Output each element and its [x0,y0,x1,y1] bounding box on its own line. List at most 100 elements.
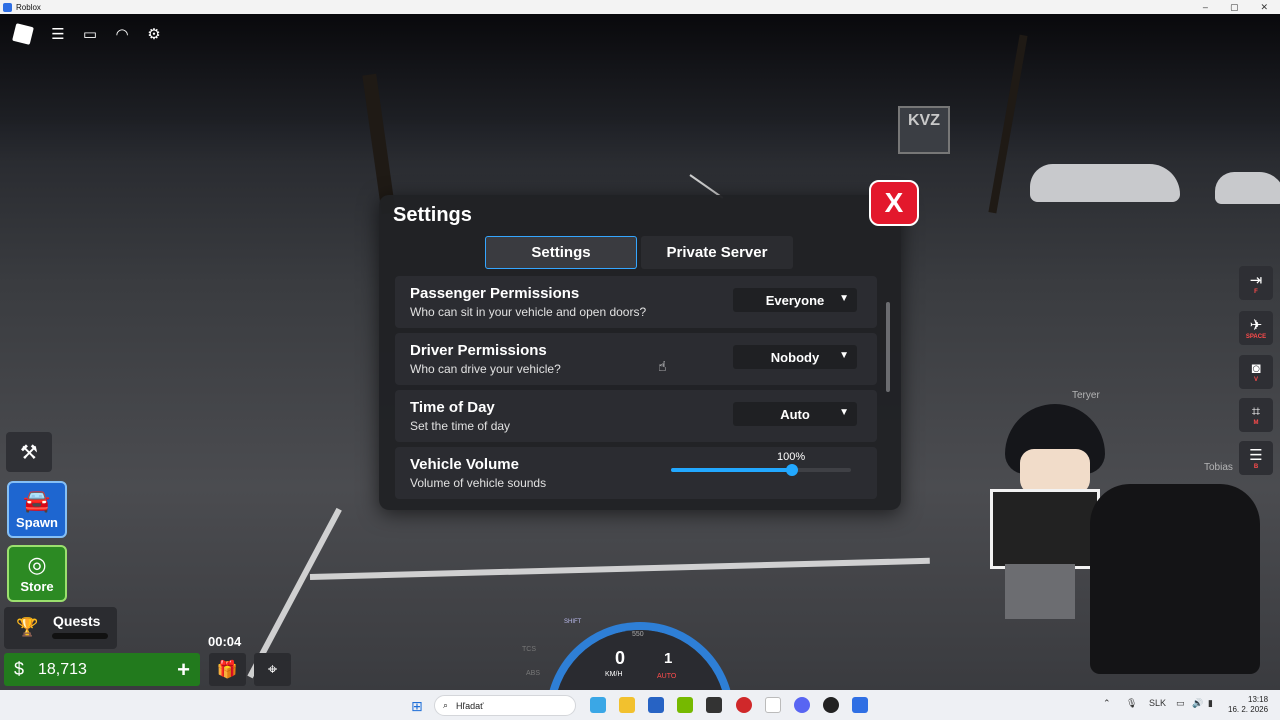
keybind-label: V [1253,377,1258,383]
menu-icon[interactable]: ☰ [48,24,68,44]
clock-time: 13:18 [1248,695,1269,704]
gift-button[interactable]: 🎁 [209,653,246,686]
camera-button[interactable]: ◙ V [1239,355,1273,389]
language-indicator[interactable]: SLK [1149,698,1166,708]
location-pin-icon: ⌖ [267,659,278,679]
settings-panel: Settings Settings Private Server Passeng… [379,195,901,510]
quests-progress-bar [52,633,108,639]
map-button[interactable]: ⌖ [254,653,291,686]
money-display: $ 18,713 + [4,653,200,686]
steam-icon[interactable] [823,697,839,713]
windows-taskbar: ⊞ ⌕ Hľadať ⌃ 🎙 SLK ▭ 🔊 ▮ 13:18 16. 2. 20… [0,690,1280,720]
settings-tabs: Settings Private Server [485,236,793,269]
headlight-icon: ✈ [1249,316,1263,334]
microphone-icon[interactable]: 🎙 [1126,698,1137,709]
hammer-icon[interactable]: ⚒ [6,432,52,472]
edge-icon[interactable] [590,697,606,713]
settings-list[interactable]: Passenger Permissions Who can sit in you… [395,276,877,504]
setting-title: Vehicle Volume [410,456,519,473]
setting-description: Set the time of day [410,419,511,433]
window-titlebar: Roblox – ▢ ✕ [0,0,1280,14]
setting-description: Who can sit in your vehicle and open doo… [410,305,647,319]
store-icon: ◎ [27,551,47,577]
speedometer: SHIFT 550 0 KM/H 1 AUTO TCS ABS [522,618,740,720]
gear-value: 1 [664,650,673,667]
tab-private-server[interactable]: Private Server [641,236,793,269]
maximize-button[interactable]: ▢ [1230,2,1239,13]
exit-vehicle-button[interactable]: ⇥ F [1239,266,1273,300]
gear-shift-icon: ⌗ [1251,403,1261,420]
gear-shift-button[interactable]: ⌗ M [1239,398,1273,432]
gear-icon[interactable]: ⚙ [144,24,164,44]
dropdown-value: Everyone [765,292,825,308]
dropdown-value: Auto [780,406,810,422]
volume-slider-handle[interactable] [785,464,798,476]
setting-title: Passenger Permissions [410,285,580,302]
keybind-label: F [1254,288,1258,295]
minimize-button[interactable]: – [1203,2,1208,13]
roblox-logo-icon[interactable] [12,23,34,45]
keybind-label: SPACE [1245,333,1267,340]
vehicle-menu-button[interactable]: ☰ B [1239,441,1273,475]
setting-row-passenger-permissions: Passenger Permissions Who can sit in you… [395,276,877,328]
nvidia-icon[interactable] [677,697,693,713]
notepad-icon[interactable] [765,697,781,713]
headlight-button[interactable]: ✈ SPACE [1239,311,1273,345]
speed-value: 0 [615,648,626,668]
money-amount: 18,713 [38,660,87,678]
quests-button[interactable]: 🏆 Quests [4,607,117,649]
chevron-up-icon[interactable]: ⌃ [1103,698,1111,709]
parked-car [1215,172,1280,204]
transmission-mode: AUTO [657,673,677,680]
store-button[interactable]: ◎ Store [7,545,67,602]
setting-title: Time of Day [410,399,495,416]
roblox-taskbar-icon[interactable] [852,697,868,713]
add-money-button[interactable]: + [177,657,190,683]
quests-label: Quests [53,613,101,629]
record-icon[interactable] [736,697,752,713]
window-title: Roblox [16,2,41,12]
time-of-day-dropdown[interactable]: Auto ▼ [733,402,857,426]
chat-icon[interactable]: ▭ [80,24,100,44]
keybind-label: B [1253,463,1259,470]
battery-icon[interactable]: ▮ [1208,698,1213,709]
close-window-button[interactable]: ✕ [1260,2,1268,13]
setting-description: Volume of vehicle sounds [410,476,547,490]
spawn-button[interactable]: 🚘 Spawn [7,481,67,538]
taskbar-search[interactable]: ⌕ Hľadať [434,695,576,716]
shift-indicator: SHIFT [564,619,582,625]
setting-row-vehicle-volume: Vehicle Volume Volume of vehicle sounds … [395,447,877,499]
settings-scrollbar[interactable] [886,302,890,392]
timer: 00:04 [208,634,242,649]
search-placeholder: Hľadať [456,700,484,711]
store-label: Store [20,578,54,594]
volume-value: 100% [777,451,806,463]
headset-icon[interactable]: ◠ [112,24,132,44]
parking-line [309,557,930,580]
exit-vehicle-icon: ⇥ [1249,271,1263,289]
panel-title: Settings [393,204,472,226]
search-icon: ⌕ [443,700,449,710]
keybind-label: M [1253,420,1259,426]
chevron-down-icon: ▼ [839,407,849,418]
capcut-icon[interactable] [706,697,722,713]
tab-settings[interactable]: Settings [485,236,637,269]
driver-permissions-dropdown[interactable]: Nobody ▼ [733,345,857,369]
spawn-label: Spawn [16,514,58,530]
file-explorer-icon[interactable] [619,697,635,713]
volume-slider-fill [671,468,792,472]
store-app-icon[interactable] [648,697,664,713]
setting-description: Who can drive your vehicle? [410,362,561,376]
taskbar-clock[interactable]: 13:18 16. 2. 2026 [1228,695,1268,715]
setting-row-time-of-day: Time of Day Set the time of day Auto ▼ [395,390,877,442]
clock-date: 16. 2. 2026 [1228,705,1269,714]
windows-start-icon[interactable]: ⊞ [411,698,423,715]
discord-icon[interactable] [794,697,810,713]
passenger-permissions-dropdown[interactable]: Everyone ▼ [733,288,857,312]
network-icon[interactable]: ▭ [1176,698,1185,709]
close-settings-button[interactable]: X [869,180,919,226]
volume-slider[interactable] [671,464,851,476]
currency-symbol: $ [13,659,24,679]
volume-icon[interactable]: 🔊 [1192,698,1203,709]
setting-title: Driver Permissions [410,342,547,359]
